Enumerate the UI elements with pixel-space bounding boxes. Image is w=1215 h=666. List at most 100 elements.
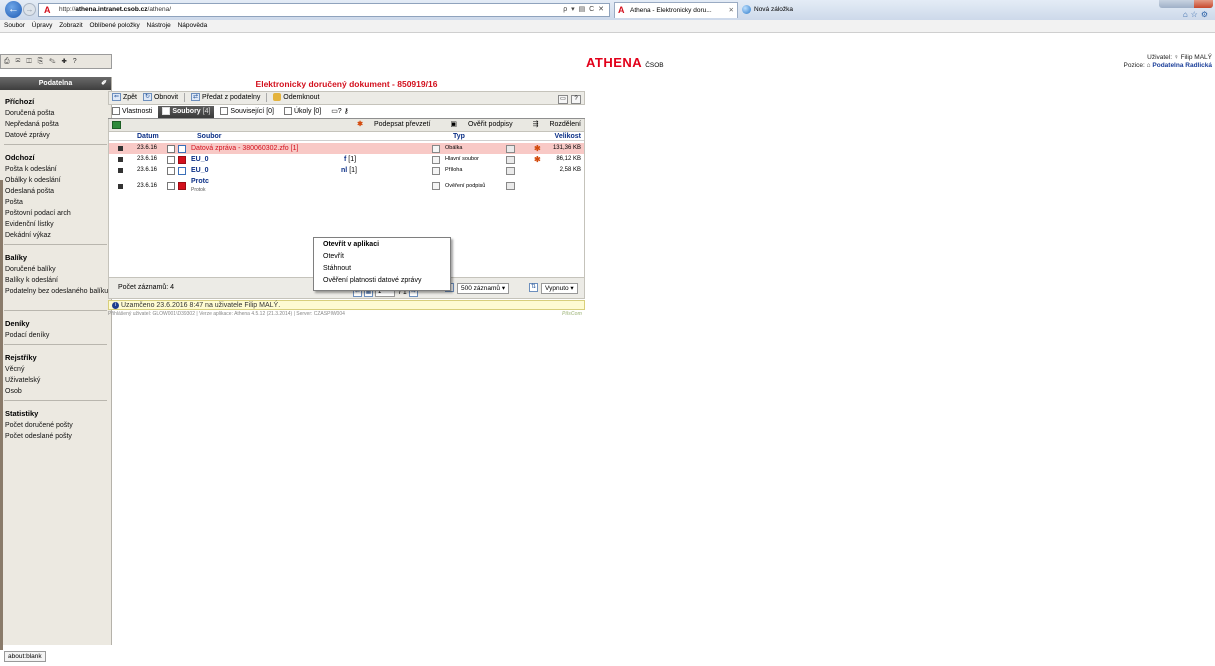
- tab-extra[interactable]: ▭? ⚷: [327, 106, 353, 118]
- sidebar-item-dorucene-baliky[interactable]: Doručené balíky: [0, 264, 111, 275]
- sidebar-section-odchozi: Odchozí: [5, 153, 35, 162]
- menu-favorites[interactable]: Oblíbené položky: [89, 22, 139, 29]
- window-controls[interactable]: [1159, 0, 1213, 8]
- sidebar-item-nepredana-posta[interactable]: Nepředaná pošta: [0, 119, 111, 130]
- table-row[interactable]: 23.6.16 EU_0 nl [1] Příloha 2,58 KB: [109, 165, 584, 176]
- app-toolbar[interactable]: ⎙ ✉ ◫ ⎘ ✎ ✚ ?: [0, 54, 112, 69]
- menu-file[interactable]: Soubor: [4, 22, 25, 29]
- col-date[interactable]: Datum: [137, 132, 159, 141]
- sidebar-divider: [4, 244, 107, 245]
- ie-icon: [742, 5, 751, 14]
- sidebar-item-podatelny-bez-baliku[interactable]: Podatelny bez odeslaného balíku: [0, 286, 111, 307]
- envelope-icon[interactable]: [178, 145, 186, 153]
- row-filename-suffix: nl: [341, 167, 348, 174]
- sort-select[interactable]: Vypnuto ▾: [541, 283, 578, 294]
- sidebar-item-pocet-dorucene-posty[interactable]: Počet doručené pošty: [0, 420, 111, 431]
- table-row[interactable]: 23.6.16 Datová zpráva - 380060302.zfo [1…: [109, 143, 584, 154]
- tab-tasks[interactable]: Úkoly [0]: [280, 106, 325, 118]
- verify-signatures-button[interactable]: ▣ Ověřit podpisy: [441, 121, 512, 128]
- sidebar-section-deniky: Deníky: [5, 319, 30, 328]
- position-name[interactable]: Podatelna Radlická: [1152, 62, 1212, 69]
- table-row[interactable]: 23.6.16 EU_0 f [1] Hlavní soubor ✱ 86,12…: [109, 154, 584, 165]
- desktop-edge: [0, 180, 3, 650]
- sidebar-item-postovni-podaci-arch[interactable]: Poštovní podací arch: [0, 208, 111, 219]
- forward-button[interactable]: →: [23, 3, 36, 16]
- sidebar-item-obalky-k-odeslani[interactable]: Obálky k odeslání: [0, 175, 111, 186]
- pdf-icon[interactable]: [178, 156, 186, 164]
- tab-new[interactable]: Nová záložka: [740, 3, 858, 17]
- sidebar-item-osob[interactable]: Osob: [0, 386, 111, 397]
- sidebar-item-posta-k-odeslani[interactable]: Pošta k odeslání: [0, 164, 111, 175]
- menu-view[interactable]: Zobrazit: [59, 22, 82, 29]
- tab-tasks-label: Úkoly: [293, 108, 312, 115]
- tab-files[interactable]: Soubory [4]: [158, 106, 215, 118]
- tab-related[interactable]: Související [0]: [216, 106, 278, 118]
- browser-tool-icons[interactable]: ⌂☆⚙: [1183, 10, 1211, 19]
- address-tools[interactable]: ρ ▾ ▤ C ✕: [563, 4, 605, 16]
- sidebar-item-dorucena-posta[interactable]: Doručená pošta: [0, 108, 111, 119]
- col-type[interactable]: Typ: [453, 132, 465, 141]
- row-size: 2,58 KB: [559, 167, 581, 173]
- help-icon[interactable]: ?: [571, 95, 581, 104]
- row-type: Ověření podpisů: [445, 183, 486, 189]
- page-size-value: 500 záznamů: [461, 285, 501, 292]
- info-icon: i: [112, 301, 119, 309]
- table-row[interactable]: 23.6.16 Protc Protok Ověření podpisů: [109, 176, 584, 196]
- tab-properties[interactable]: Vlastnosti: [108, 106, 156, 118]
- col-file[interactable]: Soubor: [197, 132, 222, 141]
- distribute-button[interactable]: ⇶ Rozdělení: [524, 121, 581, 128]
- menu-open[interactable]: Otevřít: [314, 251, 450, 262]
- sidebar-item-baliky-k-odeslani[interactable]: Balíky k odeslání: [0, 275, 111, 286]
- back-button[interactable]: ←: [5, 1, 22, 18]
- document-icon[interactable]: [506, 145, 515, 153]
- close-tab-icon[interactable]: ✕: [729, 3, 734, 18]
- menu-help[interactable]: Nápověda: [178, 22, 208, 29]
- col-size[interactable]: Velikost: [555, 132, 581, 141]
- menu-edit[interactable]: Úpravy: [32, 22, 53, 29]
- page-size-select[interactable]: 500 záznamů ▾: [457, 283, 510, 294]
- back-action-button[interactable]: ⇐ Zpět: [112, 92, 137, 104]
- file-lock-icon[interactable]: [167, 156, 175, 164]
- sidebar-item-pocet-odeslane-posty[interactable]: Počet odeslané pošty: [0, 431, 111, 442]
- document-icon[interactable]: [506, 182, 515, 190]
- file-lock-icon[interactable]: [167, 145, 175, 153]
- row-filename-tail[interactable]: nl [1]: [341, 165, 357, 176]
- handover-button[interactable]: ⇄ Předat z podatelny: [191, 92, 260, 104]
- pin-icon[interactable]: ✐: [101, 77, 107, 90]
- sidebar-item-dekadni-vykaz[interactable]: Dekádní výkaz: [0, 230, 111, 241]
- menu-open-in-app[interactable]: Otevřít v aplikaci: [314, 239, 450, 250]
- window-close-button[interactable]: [1194, 0, 1213, 8]
- sidebar-item-podaci-deniky[interactable]: Podací deníky: [0, 330, 111, 341]
- pdf-icon[interactable]: [178, 182, 186, 190]
- row-type: Hlavní soubor: [445, 156, 479, 162]
- menu-tools[interactable]: Nástroje: [147, 22, 171, 29]
- sign-receipt-button[interactable]: ✱ Podepsat převzetí: [348, 121, 430, 128]
- row-filename[interactable]: EU_0: [191, 165, 209, 176]
- address-bar[interactable]: A http://athena.intranet.csob.cz/athena/…: [38, 3, 610, 17]
- sidebar-item-uzivatelsky[interactable]: Uživatelský: [0, 375, 111, 386]
- row-date: 23.6.16: [137, 183, 158, 189]
- row-filename-tail[interactable]: f [1]: [344, 154, 356, 165]
- sidebar-item-posta[interactable]: Pošta: [0, 197, 111, 208]
- excel-export-icon[interactable]: [112, 121, 121, 129]
- attachment-icon[interactable]: [178, 167, 186, 175]
- sidebar-section-prichozi: Příchozí: [5, 97, 35, 106]
- tab-tasks-count: [0]: [313, 108, 322, 115]
- document-icon[interactable]: [506, 156, 515, 164]
- row-filename[interactable]: Datová zpráva - 380060302.zfo [1]: [191, 143, 298, 154]
- sidebar-item-evidencni-listky[interactable]: Evidenční lístky: [0, 219, 111, 230]
- unlock-button[interactable]: Odemknout: [273, 92, 319, 104]
- logo-sub: ČSOB: [645, 62, 664, 69]
- refresh-button[interactable]: ↻ Obnovit: [142, 92, 178, 104]
- tab-athena[interactable]: A Athena - Elektronicky doru... ✕: [614, 2, 738, 18]
- menu-download[interactable]: Stáhnout: [314, 263, 450, 274]
- sidebar-item-odeslana-posta[interactable]: Odeslaná pošta: [0, 186, 111, 197]
- sidebar-item-vecny[interactable]: Věcný: [0, 364, 111, 375]
- file-lock-icon[interactable]: [167, 167, 175, 175]
- file-lock-icon[interactable]: [167, 182, 175, 190]
- menu-verify-message[interactable]: Ověření platnosti datové zprávy: [314, 275, 450, 286]
- document-icon[interactable]: [506, 167, 515, 175]
- row-filename[interactable]: EU_0: [191, 154, 209, 165]
- print-icon[interactable]: ▭: [558, 95, 568, 104]
- sidebar-item-datove-zpravy[interactable]: Datové zprávy: [0, 130, 111, 141]
